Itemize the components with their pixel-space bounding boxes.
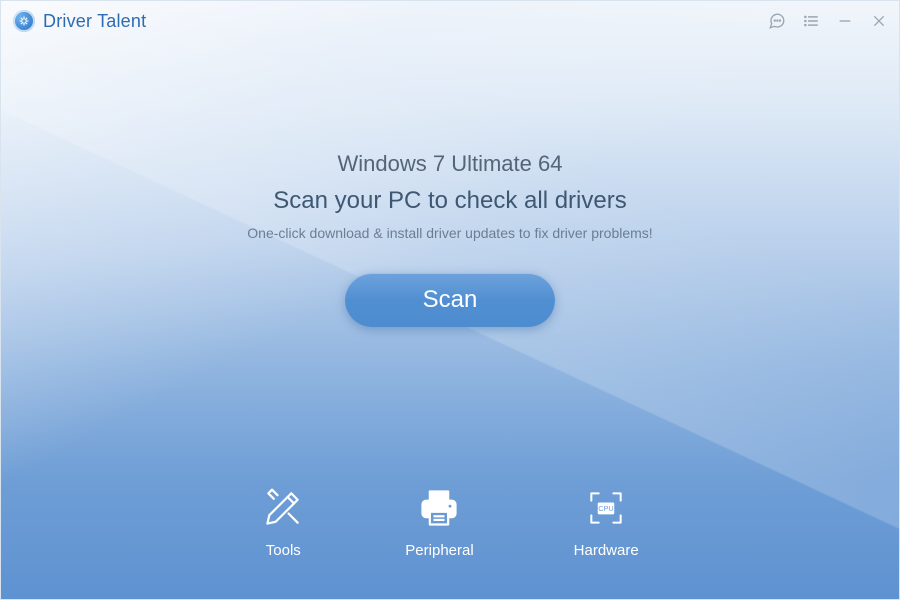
nav-tools[interactable]: Tools	[261, 486, 305, 559]
os-name: Windows 7	[337, 151, 445, 176]
headline-text: Scan your PC to check all drivers	[1, 187, 899, 215]
os-arch: 64	[538, 151, 562, 176]
os-edition: Ultimate	[451, 151, 532, 176]
app-window: Driver Talent	[0, 0, 900, 600]
scan-button[interactable]: Scan	[345, 273, 555, 327]
nav-hardware[interactable]: CPU Hardware	[574, 486, 639, 559]
close-button[interactable]	[869, 11, 889, 31]
app-title: Driver Talent	[43, 11, 146, 32]
os-info: Windows 7 Ultimate 64	[1, 151, 899, 177]
title-bar: Driver Talent	[1, 1, 899, 41]
nav-tools-label: Tools	[266, 542, 301, 559]
window-controls	[767, 11, 889, 31]
printer-icon	[417, 486, 461, 530]
tools-icon	[261, 486, 305, 530]
nav-hardware-label: Hardware	[574, 542, 639, 559]
scan-button-label: Scan	[423, 286, 478, 314]
bottom-nav: Tools Peripheral CPU	[1, 486, 899, 559]
subline-text: One-click download & install driver upda…	[1, 225, 899, 241]
cpu-icon: CPU	[584, 486, 628, 530]
menu-icon[interactable]	[801, 11, 821, 31]
nav-peripheral-label: Peripheral	[405, 542, 473, 559]
feedback-icon[interactable]	[767, 11, 787, 31]
app-logo-icon	[13, 10, 35, 32]
svg-text:CPU: CPU	[598, 504, 613, 513]
hero-section: Windows 7 Ultimate 64 Scan your PC to ch…	[1, 151, 899, 327]
nav-peripheral[interactable]: Peripheral	[405, 486, 473, 559]
minimize-button[interactable]	[835, 11, 855, 31]
